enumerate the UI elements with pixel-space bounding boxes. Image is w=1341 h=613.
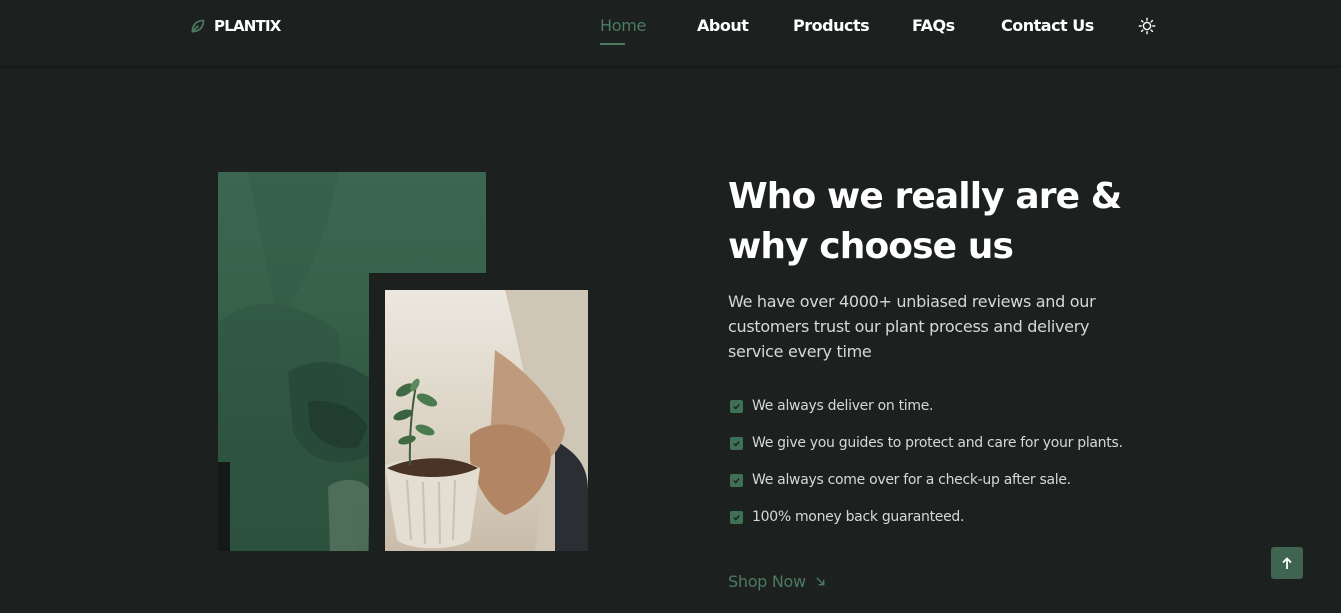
nav-home[interactable]: Home: [600, 16, 646, 36]
feature-item: We always come over for a check-up after…: [730, 470, 1123, 490]
checkbox-icon: [730, 510, 743, 524]
leaf-icon: [191, 19, 205, 32]
nav-faqs[interactable]: FAQs: [912, 16, 955, 36]
nav-products[interactable]: Products: [793, 16, 870, 36]
feature-text: We always deliver on time.: [752, 398, 934, 414]
feature-text: We give you guides to protect and care f…: [752, 435, 1123, 451]
feature-item: We give you guides to protect and care f…: [730, 433, 1123, 453]
shop-now-button[interactable]: Shop Now: [728, 570, 826, 592]
arrow-up-icon: [1282, 556, 1292, 569]
logo[interactable]: PLANTIX: [189, 16, 281, 36]
arrow-down-right-icon: [816, 576, 825, 585]
feature-text: We always come over for a check-up after…: [752, 472, 1071, 488]
sun-icon: [1138, 17, 1156, 35]
nav-about[interactable]: About: [697, 16, 749, 36]
about-image-front: [385, 290, 588, 551]
site-header: PLANTIX Home About Products FAQs Contact…: [0, 0, 1341, 66]
nav-active-indicator: [600, 43, 625, 45]
checkbox-icon: [730, 436, 743, 450]
theme-toggle-button[interactable]: [1137, 16, 1157, 36]
feature-item: We always deliver on time.: [730, 396, 1123, 416]
scroll-to-top-button[interactable]: [1271, 547, 1303, 579]
shop-now-label: Shop Now: [728, 571, 806, 591]
checkbox-icon: [730, 473, 743, 487]
heading-line-2: why choose us: [728, 226, 1014, 267]
section-description: We have over 4000+ unbiased reviews and …: [728, 292, 1096, 361]
checkbox-icon: [730, 399, 743, 413]
feature-list: We always deliver on time. We give you g…: [730, 396, 1123, 544]
section-heading: Who we really are & why choose us: [728, 172, 1188, 272]
feature-item: 100% money back guaranteed.: [730, 507, 1123, 527]
nav-contact-us[interactable]: Contact Us: [1001, 16, 1094, 36]
logo-text: PLANTIX: [214, 17, 281, 35]
heading-line-1: Who we really are &: [728, 176, 1122, 217]
feature-text: 100% money back guaranteed.: [752, 509, 965, 525]
